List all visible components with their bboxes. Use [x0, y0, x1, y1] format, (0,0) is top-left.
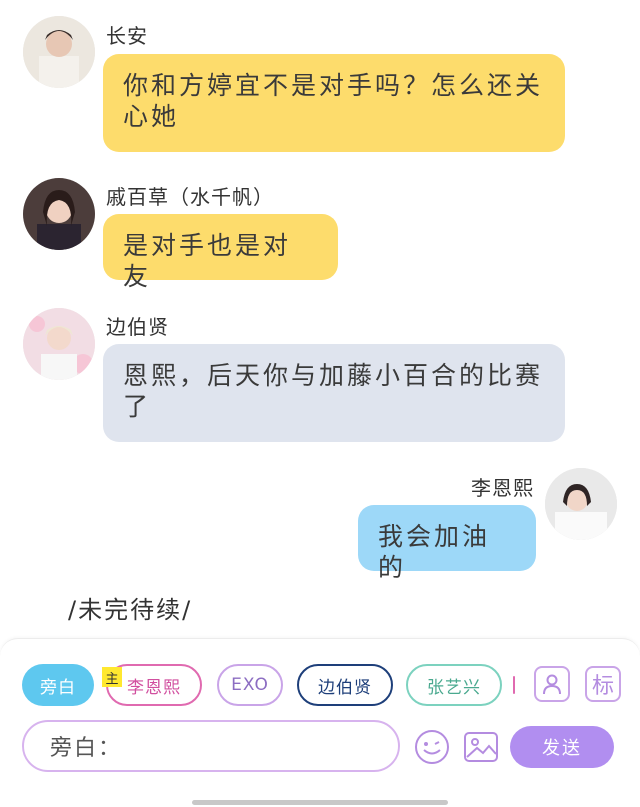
avatar-qi-baicao[interactable]: [23, 178, 95, 250]
role-chip-zhang-yixing[interactable]: 张艺兴: [406, 664, 502, 706]
role-chip-byun-baekhyun[interactable]: 边伯贤: [297, 664, 393, 706]
message-input[interactable]: 旁白：: [22, 720, 400, 772]
avatar-changan[interactable]: [23, 16, 95, 88]
image-icon[interactable]: [463, 729, 499, 765]
message-bubble[interactable]: 你和方婷宜不是对手吗？怎么还关心她: [103, 54, 565, 152]
avatar-lee-eunhee[interactable]: [545, 468, 617, 540]
role-chip-narration[interactable]: 旁白: [22, 664, 94, 706]
to-be-continued: /未完待续/: [68, 596, 193, 624]
person-icon[interactable]: [534, 666, 570, 702]
message-bubble[interactable]: 恩熙，后天你与加藤小百合的比赛了: [103, 344, 565, 442]
message-bubble[interactable]: 我会加油的: [358, 505, 536, 582]
sender-name: 李恩熙: [471, 476, 534, 500]
message-bubble[interactable]: 是对手也是对友: [103, 214, 338, 291]
home-indicator: [192, 800, 448, 805]
sender-name: 戚百草（水千帆）: [106, 185, 274, 209]
chip-overflow-edge: [513, 676, 515, 694]
avatar-byun-baekhyun[interactable]: [23, 308, 95, 380]
tag-button[interactable]: 标: [585, 666, 621, 702]
role-chip-exo[interactable]: EXO: [217, 664, 283, 706]
emoji-icon[interactable]: [414, 729, 450, 765]
send-button[interactable]: 发送: [510, 726, 614, 768]
sender-name: 长安: [106, 24, 148, 48]
sender-name: 边伯贤: [106, 315, 169, 339]
main-role-badge: 主: [102, 667, 122, 687]
